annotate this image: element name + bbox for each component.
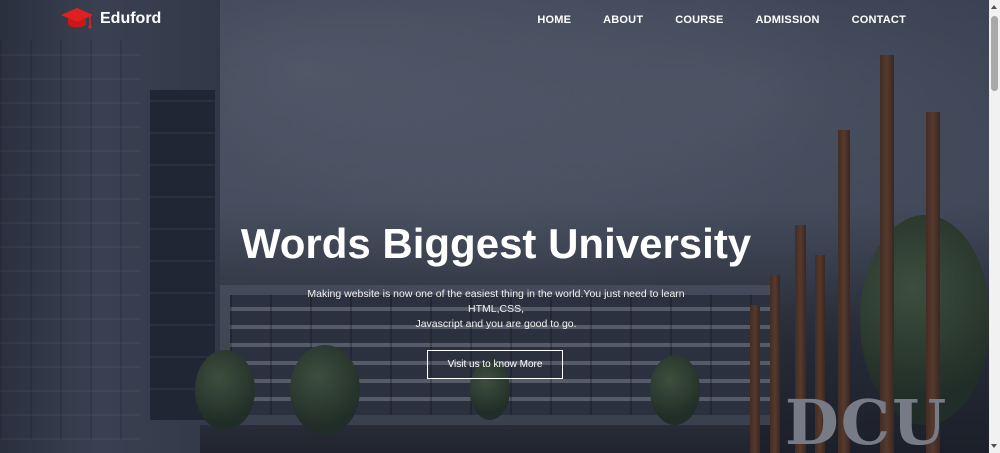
scroll-thumb[interactable] [991, 16, 998, 91]
hero-description-line-2: Javascript and you are good to go. [415, 318, 577, 330]
scroll-down-arrow-icon[interactable] [991, 444, 997, 448]
page-scrollbar[interactable] [989, 0, 1000, 453]
hero-content: Words Biggest University Making website … [0, 0, 989, 453]
hero-title: Words Biggest University [240, 220, 752, 267]
hero-description: Making website is now one of the easiest… [280, 287, 712, 332]
hero-description-line-1: Making website is now one of the easiest… [307, 288, 685, 315]
page: DCU Eduford HOME ABOUT COURSE ADMISSION … [0, 0, 1000, 453]
visit-us-button[interactable]: Visit us to know More [427, 350, 563, 379]
scroll-up-arrow-icon[interactable] [991, 5, 997, 9]
